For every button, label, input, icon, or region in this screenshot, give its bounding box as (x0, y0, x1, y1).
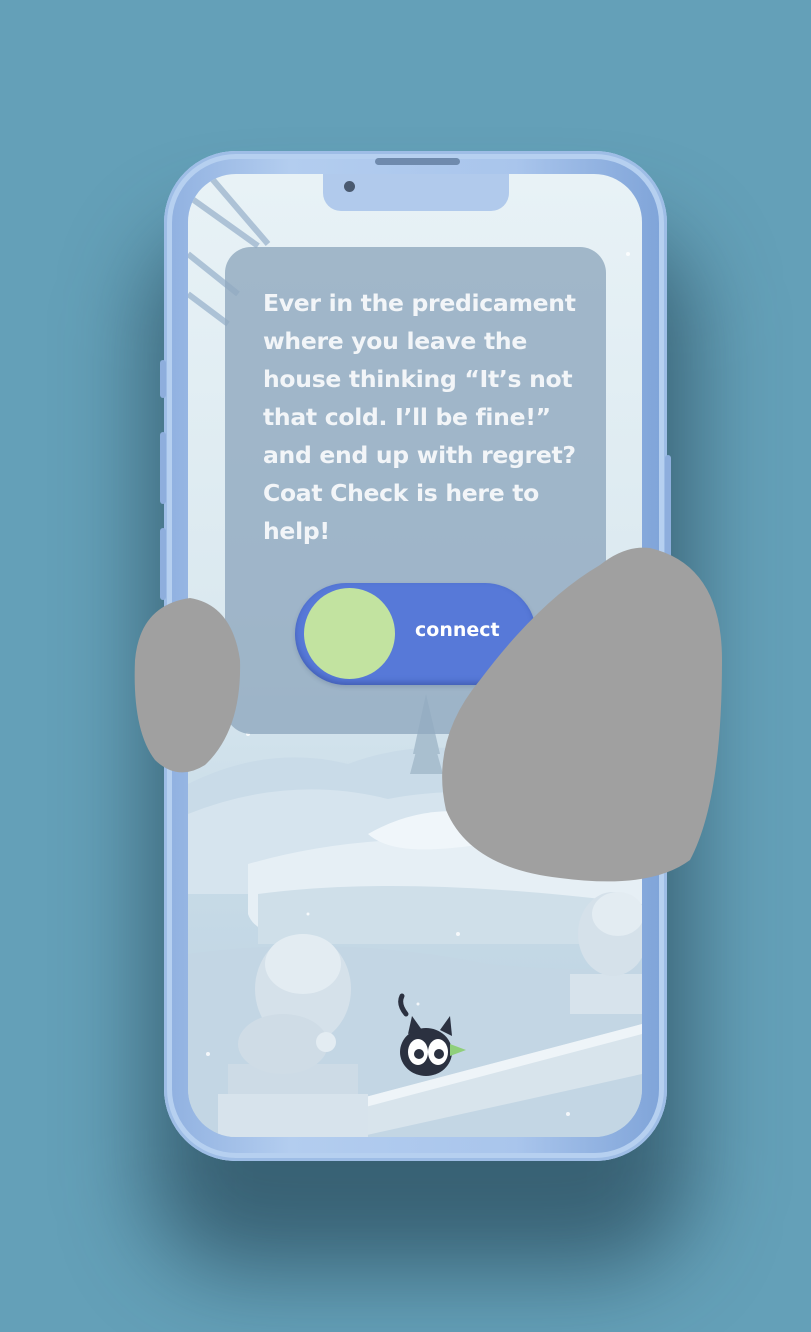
redaction-blob-right (442, 547, 722, 882)
redaction-blob-left (134, 598, 241, 773)
redaction-blobs (134, 547, 722, 882)
